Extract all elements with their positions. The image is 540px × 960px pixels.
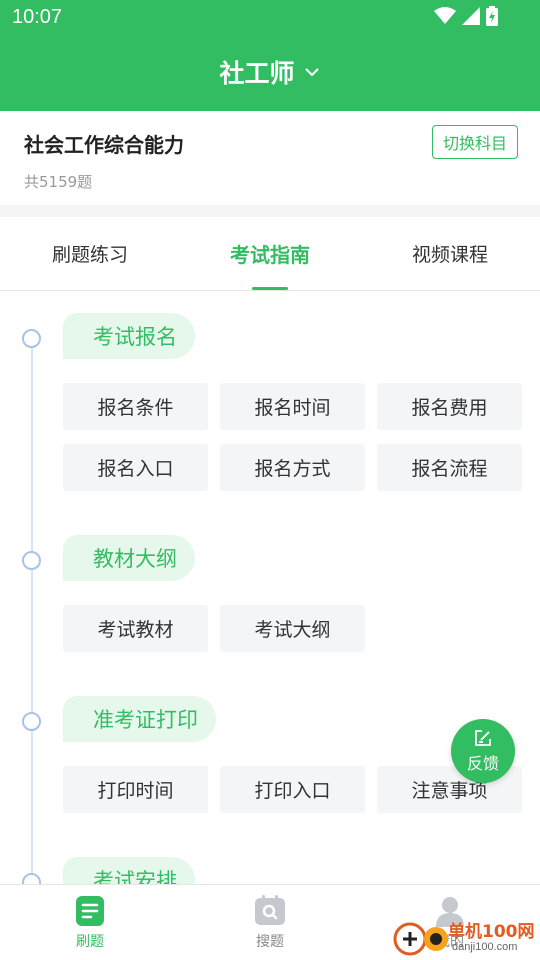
tab-video-courses[interactable]: 视频课程 (360, 217, 540, 290)
timeline-dot (22, 329, 41, 348)
timeline-dot (22, 551, 41, 570)
section-title: 考试安排 (63, 857, 195, 884)
app-header: 10:07 社工师 (0, 0, 540, 111)
feedback-label: 反馈 (466, 754, 499, 773)
option-button[interactable]: 报名方式 (220, 444, 365, 491)
exam-guide-content[interactable]: 考试报名 报名条件 报名时间 报名费用 报名入口 报名方式 报名流程 教材大纲 … (0, 291, 540, 884)
status-icons (434, 6, 498, 26)
tab-exam-guide[interactable]: 考试指南 (180, 217, 360, 290)
search-icon (255, 895, 285, 925)
option-grid: 考试教材 考试大纲 (63, 605, 523, 652)
nav-item-search[interactable]: 搜题 (180, 885, 360, 960)
section-title: 考试报名 (63, 313, 195, 359)
timeline-dot (22, 712, 41, 731)
option-button[interactable]: 打印入口 (220, 766, 365, 813)
nav-item-practice[interactable]: 刷题 (0, 885, 180, 960)
option-button[interactable]: 报名入口 (63, 444, 208, 491)
section-title: 准考证打印 (63, 696, 216, 742)
document-icon (76, 896, 104, 926)
watermark-icon (393, 922, 448, 956)
divider (0, 205, 540, 217)
chevron-down-icon (304, 68, 319, 77)
nav-label: 刷题 (76, 934, 104, 950)
edit-icon (475, 730, 491, 746)
watermark-logo: 单机100网 danji100.com (390, 913, 540, 960)
option-button[interactable]: 报名流程 (377, 444, 522, 491)
page-title: 社工师 (219, 59, 295, 88)
subject-name: 社会工作综合能力 (24, 133, 184, 157)
switch-subject-button[interactable]: 切换科目 (432, 125, 518, 159)
question-count: 共5159题 (24, 173, 93, 191)
tab-practice[interactable]: 刷题练习 (0, 217, 180, 290)
watermark-text: 单机100网 (448, 922, 535, 942)
option-grid: 打印时间 打印入口 注意事项 (63, 766, 523, 813)
signal-icon (462, 7, 480, 25)
tab-bar: 刷题练习 考试指南 视频课程 (0, 217, 540, 291)
timeline-line (31, 335, 33, 884)
option-grid: 报名条件 报名时间 报名费用 报名入口 报名方式 报名流程 (63, 383, 523, 491)
option-button[interactable]: 报名时间 (220, 383, 365, 430)
option-button[interactable]: 报名费用 (377, 383, 522, 430)
timeline-dot (22, 873, 41, 884)
status-time: 10:07 (12, 6, 63, 28)
option-button[interactable]: 考试教材 (63, 605, 208, 652)
battery-icon (486, 6, 498, 26)
option-button[interactable]: 打印时间 (63, 766, 208, 813)
subject-panel: 社会工作综合能力 共5159题 切换科目 (0, 111, 540, 205)
option-button[interactable]: 报名条件 (63, 383, 208, 430)
section-title: 教材大纲 (63, 535, 195, 581)
feedback-button[interactable]: 反馈 (451, 719, 515, 783)
wifi-icon (434, 7, 456, 24)
option-button[interactable]: 考试大纲 (220, 605, 365, 652)
nav-label: 搜题 (256, 934, 284, 950)
watermark-url: danji100.com (452, 941, 518, 953)
subject-selector[interactable]: 社工师 (0, 54, 540, 90)
